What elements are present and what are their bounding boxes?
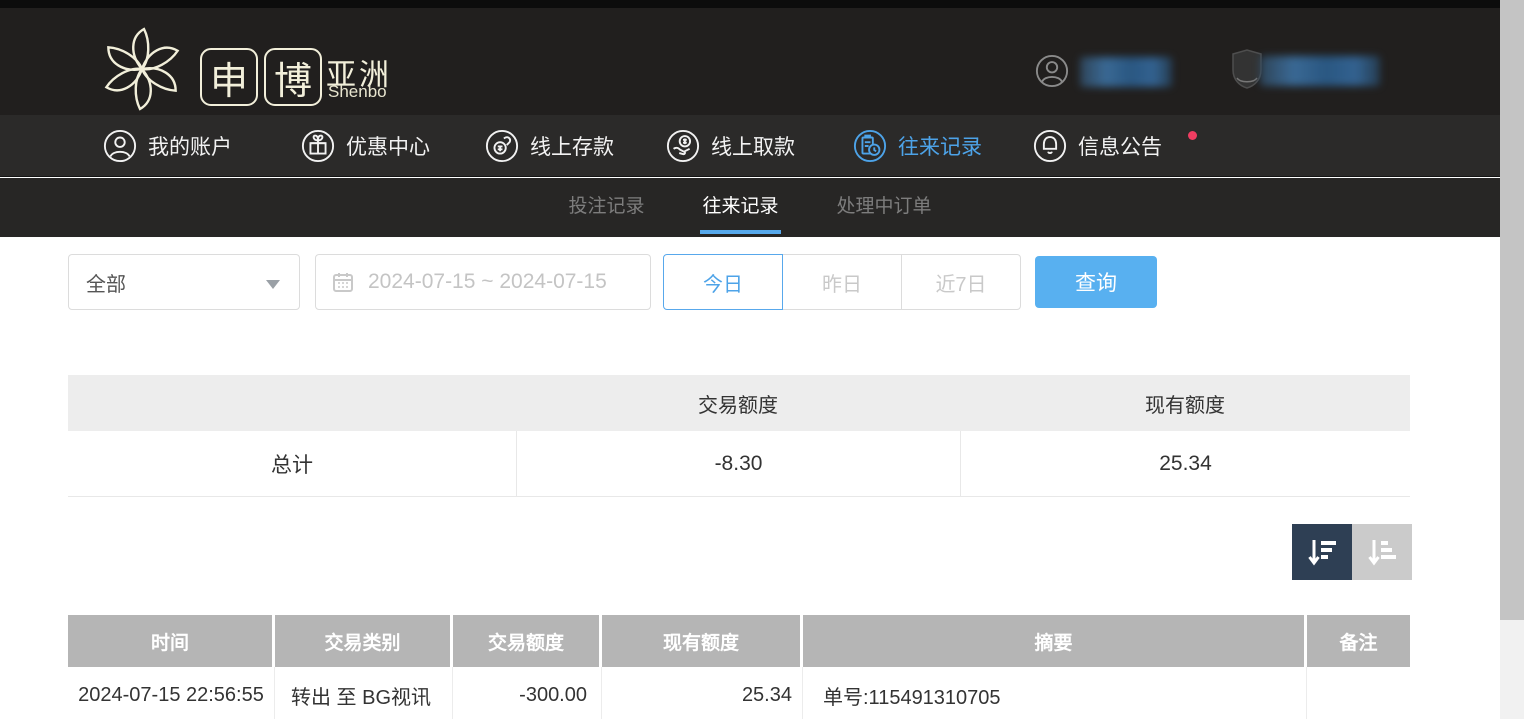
quick-label: 近7日 [935,268,986,297]
quick-yesterday-button[interactable]: 昨日 [782,254,902,310]
date-range-input[interactable]: 2024-07-15 ~ 2024-07-15 [315,254,651,310]
col-header-time: 时间 [68,615,275,667]
type-select-value: 全部 [86,268,126,297]
search-button[interactable]: 查询 [1035,256,1157,308]
quick-range-group: 今日 昨日 近7日 [663,254,1021,310]
withdraw-icon [666,129,700,163]
account-icon [103,129,137,163]
type-select[interactable]: 全部 [68,254,300,310]
sort-ascending-button[interactable] [1352,524,1412,580]
nav-item-transaction-records[interactable]: 往来记录 [853,115,982,177]
calendar-icon [331,270,355,294]
col-header-summary: 摘要 [803,615,1307,667]
cell-balance: 25.34 [602,667,803,719]
summary-header-trade: 交易额度 [516,375,960,431]
summary-total-row: 总计 -8.30 25.34 [68,431,1410,497]
page-scrollbar [1500,0,1524,719]
records-icon [853,129,887,163]
nav-item-promotions[interactable]: 优惠中心 [301,115,430,177]
date-range-value: 2024-07-15 ~ 2024-07-15 [368,270,607,294]
tab-betting-records[interactable]: 投注记录 [568,178,644,237]
cell-amount: -300.00 [453,667,602,719]
logo-char: 申 [210,50,248,105]
table-row: 2024-07-15 22:56:55 转出 至 BG视讯 -300.00 25… [68,667,1410,719]
summary-header-row: 交易额度 现有额度 [68,375,1410,431]
summary-balance-total: 25.34 [960,431,1410,496]
user-avatar-icon[interactable] [1035,54,1069,88]
logo-sub-text: Shenbo [328,82,387,102]
sub-tabbar: 投注记录 往来记录 处理中订单 [0,178,1500,237]
records-header-row: 时间 交易类别 交易额度 现有额度 摘要 备注 [68,615,1410,667]
transaction-records-page: 申 博 亚洲 Shenbo 我的账户 优惠中心 线上存款 [0,0,1524,719]
nav-item-announcements[interactable]: 信息公告 [1033,115,1162,177]
col-header-type: 交易类别 [275,615,453,667]
summary-header-balance: 现有额度 [960,375,1410,431]
sort-controls [1292,524,1412,580]
nav-label: 线上取款 [711,131,795,161]
chevron-down-icon [266,280,280,289]
summary-header-empty [68,375,516,431]
quick-label: 今日 [703,268,743,297]
censored-username[interactable] [1080,57,1172,87]
promo-gift-icon [301,129,335,163]
sort-descending-icon [1305,535,1339,569]
records-table: 时间 交易类别 交易额度 现有额度 摘要 备注 2024-07-15 22:56… [68,615,1410,719]
quick-label: 昨日 [822,268,862,297]
sort-descending-button[interactable] [1292,524,1352,580]
notification-dot [1188,131,1197,140]
quick-today-button[interactable]: 今日 [663,254,783,310]
scrollbar-thumb[interactable] [1500,0,1524,620]
logo-char-box: 申 [200,48,258,106]
col-header-note: 备注 [1307,615,1410,667]
tab-label: 处理中订单 [837,196,932,217]
bell-icon [1033,129,1067,163]
cell-type: 转出 至 BG视讯 [275,667,453,719]
logo-char: 博 [274,50,312,105]
nav-label: 往来记录 [898,131,982,161]
logo-char-box: 博 [264,48,322,106]
nav-label: 我的账户 [148,131,232,161]
tab-underline [700,230,780,234]
deposit-icon [485,129,519,163]
col-header-balance: 现有额度 [602,615,803,667]
summary-trade-total: -8.30 [516,431,960,496]
nav-item-my-account[interactable]: 我的账户 [103,115,232,177]
tab-pending-orders[interactable]: 处理中订单 [837,178,932,237]
nav-item-deposit[interactable]: 线上存款 [485,115,614,177]
tab-label: 投注记录 [568,196,644,217]
nav-label: 优惠中心 [346,131,430,161]
summary-total-label: 总计 [68,431,516,496]
nav-label: 线上存款 [530,131,614,161]
tab-transaction-records[interactable]: 往来记录 [702,178,778,237]
nav-label: 信息公告 [1078,131,1162,161]
censored-balance[interactable] [1260,56,1380,86]
site-header: 申 博 亚洲 Shenbo [0,8,1500,115]
cell-summary: 单号:115491310705 [803,667,1307,719]
flower-logo-icon [94,21,190,117]
cell-note [1307,667,1410,719]
nav-item-withdraw[interactable]: 线上取款 [666,115,795,177]
col-header-amount: 交易额度 [453,615,602,667]
summary-table: 交易额度 现有额度 总计 -8.30 25.34 [68,375,1410,497]
sort-ascending-icon [1365,535,1399,569]
quick-7days-button[interactable]: 近7日 [901,254,1021,310]
tab-label: 往来记录 [702,196,778,217]
cell-time: 2024-07-15 22:56:55 [68,667,275,719]
top-strip [0,0,1500,8]
